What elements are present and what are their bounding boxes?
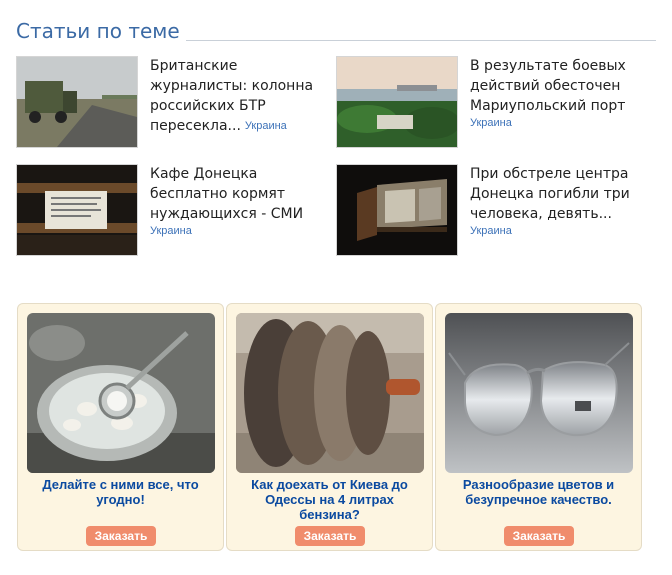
military-truck-road-photo[interactable] [16,56,138,148]
ad-text[interactable]: Делайте с ними все, что угодно! [24,477,217,507]
cafe-notice-photo[interactable] [16,164,138,256]
order-button[interactable]: Заказать [504,526,574,546]
article-title[interactable]: В результате боевых действий обесточен М… [470,58,626,114]
ad-text[interactable]: Как доехать от Киева до Одессы на 4 литр… [233,477,426,522]
article-title[interactable]: При обстреле центра Донецка погибли три … [470,166,630,222]
article-tag[interactable]: Украина [150,225,330,237]
article-item[interactable]: В результате боевых действий обесточен М… [336,56,646,148]
article-tag[interactable]: Украина [470,117,650,129]
ad-text[interactable]: Разнообразие цветов и безупречное качест… [442,477,635,507]
article-tag[interactable]: Украина [470,225,650,237]
broken-window-photo[interactable] [336,164,458,256]
article-item[interactable]: Британские журналисты: колонна российски… [16,56,326,148]
metal-pulley-photo[interactable] [236,313,424,473]
order-button[interactable]: Заказать [86,526,156,546]
article-title[interactable]: Британские журналисты: колонна российски… [150,58,313,134]
article-tag[interactable]: Украина [245,120,287,132]
article-item[interactable]: При обстреле центра Донецка погибли три … [336,164,646,256]
ad-card[interactable]: Делайте с ними все, что угодно! Заказать [17,303,224,551]
related-articles-header: Статьи по теме [16,18,656,44]
aviator-sunglasses-photo[interactable] [445,313,633,473]
section-title: Статьи по теме [16,18,186,44]
port-landscape-photo[interactable] [336,56,458,148]
watch-in-pot-photo[interactable] [27,313,215,473]
ad-card[interactable]: Как доехать от Киева до Одессы на 4 литр… [226,303,433,551]
order-button[interactable]: Заказать [295,526,365,546]
ad-card[interactable]: Разнообразие цветов и безупречное качест… [435,303,642,551]
article-item[interactable]: Кафе Донецка бесплатно кормят нуждающихс… [16,164,326,256]
article-title[interactable]: Кафе Донецка бесплатно кормят нуждающихс… [150,166,303,222]
